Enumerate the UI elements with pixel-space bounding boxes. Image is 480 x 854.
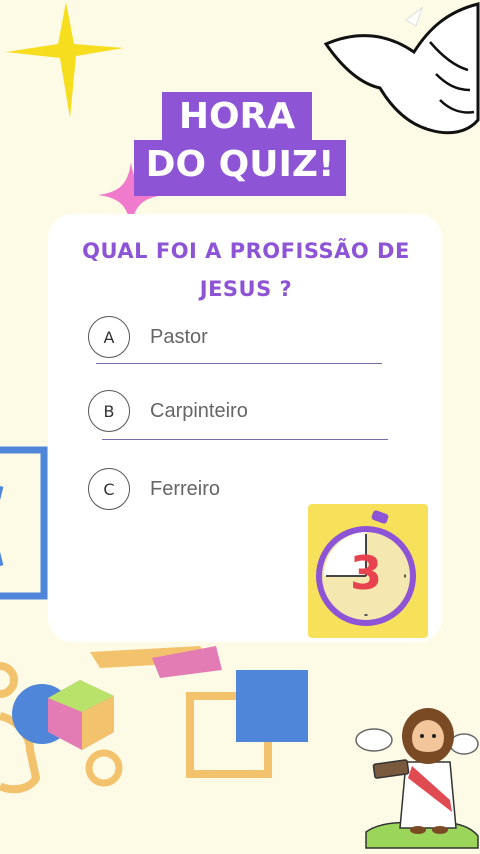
countdown-timer: 3 <box>308 504 428 638</box>
option-divider <box>102 439 388 440</box>
option-letter: A <box>88 316 130 358</box>
option-label: Pastor <box>150 326 208 348</box>
option-a[interactable]: A Pastor <box>88 316 398 360</box>
option-letter: C <box>88 468 130 510</box>
option-divider <box>96 363 382 364</box>
option-label: Ferreiro <box>150 478 221 500</box>
option-label: Carpinteiro <box>150 400 248 422</box>
question-text: QUAL FOI A PROFISSÃO DE JESUS ? <box>82 239 410 301</box>
jesus-character-icon <box>355 708 479 849</box>
title-line-1: HORA <box>162 92 312 144</box>
quiz-title-banner: HORA DO QUIZ! <box>128 80 352 198</box>
option-letter: B <box>88 390 130 432</box>
title-line-2: DO QUIZ! <box>134 140 346 196</box>
yellow-star-icon <box>6 2 124 118</box>
timer-value: 3 <box>349 546 382 600</box>
option-b[interactable]: B Carpinteiro <box>88 390 398 434</box>
